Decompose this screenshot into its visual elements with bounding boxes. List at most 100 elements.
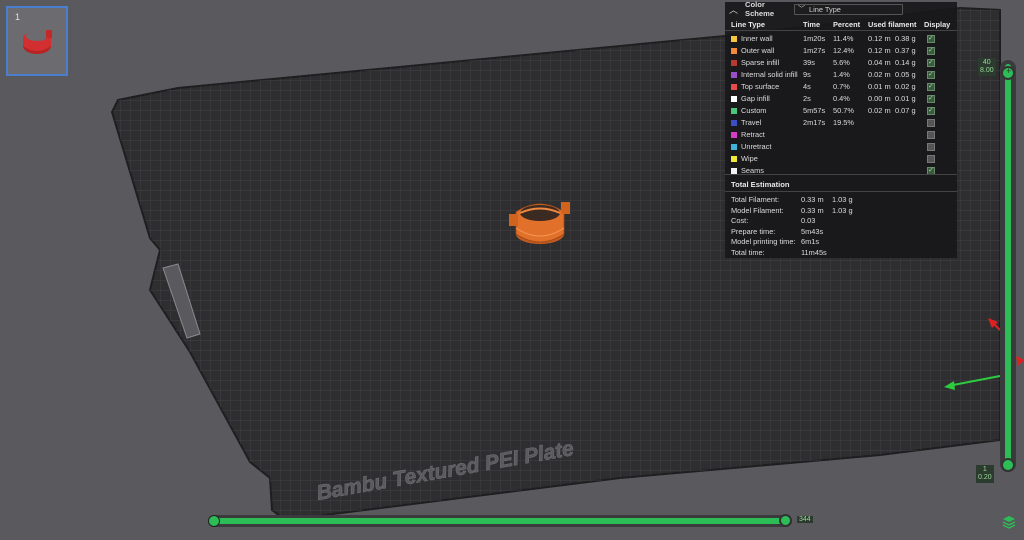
estimation-value: 5m43s: [801, 226, 824, 236]
vertical-slider-track[interactable]: [1005, 64, 1011, 468]
legend-panel: ︿ Color Scheme ﹀ Line Type Line Type Tim…: [725, 0, 957, 258]
estimation-label: Total time:: [731, 248, 765, 257]
line-type-row: Custom 5m57s 50.7% 0.02 m 0.07 g: [725, 105, 957, 117]
display-checkbox[interactable]: [927, 82, 935, 91]
line-type-percent: 1.4%: [833, 70, 850, 79]
line-type-row: Seams: [725, 165, 957, 177]
estimation-value: 0.03: [801, 216, 816, 226]
estimation-row: Cost: 0.03: [725, 215, 957, 226]
estimation-row: Prepare time: 5m43s: [725, 226, 957, 237]
line-type-row: Outer wall 1m27s 12.4% 0.12 m 0.37 g: [725, 45, 957, 57]
line-type-length: 0.01 m: [868, 82, 891, 91]
top-layer-label: 40 8.00: [978, 58, 996, 76]
chevron-down-icon: ﹀: [798, 6, 805, 13]
estimation-value: 0.33 m: [801, 205, 824, 215]
line-type-row: Wipe: [725, 153, 957, 165]
line-type-row: Retract: [725, 129, 957, 141]
vertical-slider-bottom-handle[interactable]: [1001, 458, 1015, 472]
line-type-weight: 0.01 g: [895, 94, 916, 103]
line-type-name: Inner wall: [741, 34, 773, 43]
header-percent: Percent: [833, 20, 861, 29]
top-layer-number: 40: [982, 59, 991, 66]
line-type-time: 2m17s: [803, 118, 826, 127]
estimation-value: 0.33 m: [801, 195, 824, 204]
color-swatch: [731, 132, 737, 138]
display-checkbox[interactable]: [927, 143, 935, 151]
color-swatch: [731, 156, 737, 162]
display-checkbox[interactable]: [927, 155, 935, 163]
line-type-name: Seams: [741, 166, 765, 175]
display-checkbox[interactable]: [927, 58, 935, 67]
estimation-label: Prepare time:: [731, 226, 776, 236]
header-time: Time: [803, 20, 821, 29]
bottom-layer-label: 1 0.20: [976, 465, 994, 483]
collapse-icon[interactable]: ︿: [729, 3, 739, 16]
line-type-name: Top surface: [741, 82, 780, 91]
line-type-length: 0.04 m: [868, 58, 891, 67]
display-checkbox[interactable]: [927, 94, 935, 103]
line-type-name: Travel: [741, 118, 762, 127]
display-checkbox[interactable]: [927, 131, 935, 139]
horizontal-slider-track[interactable]: [212, 518, 786, 524]
color-scheme-value: Line Type: [809, 4, 841, 14]
display-checkbox[interactable]: [927, 34, 935, 43]
line-type-row: Travel 2m17s 19.5%: [725, 117, 957, 129]
estimation-label: Model printing time:: [731, 237, 796, 247]
line-type-name: Gap infill: [741, 94, 770, 103]
top-layer-height: 8.00: [980, 67, 994, 74]
line-type-row: Gap infill 2s 0.4% 0.00 m 0.01 g: [725, 93, 957, 105]
header-display: Display: [924, 20, 951, 29]
model-thumbnail-icon: [23, 30, 52, 54]
line-type-weight: 0.05 g: [895, 70, 916, 79]
line-type-percent: 50.7%: [833, 106, 854, 115]
display-checkbox[interactable]: [927, 106, 935, 115]
line-type-name: Sparse infill: [741, 58, 780, 67]
estimation-value: 11m45s: [801, 248, 827, 257]
display-checkbox[interactable]: [927, 119, 935, 127]
header-used-filament: Used filament: [868, 20, 917, 29]
line-type-row: Inner wall 1m20s 11.4% 0.12 m 0.38 g: [725, 33, 957, 45]
estimation-row: Model printing time: 6m1s: [725, 236, 957, 247]
line-type-percent: 19.5%: [833, 118, 854, 127]
line-type-weight: 0.14 g: [895, 58, 916, 67]
line-type-percent: 11.4%: [833, 34, 854, 43]
line-type-percent: 5.6%: [833, 58, 850, 67]
line-type-name: Outer wall: [741, 46, 775, 55]
horizontal-slider-start-handle[interactable]: [208, 515, 220, 527]
line-type-weight: 0.38 g: [895, 34, 916, 43]
line-type-length: 0.00 m: [868, 94, 891, 103]
estimation-row: Model Filament: 0.33 m 1.03 g: [725, 205, 957, 216]
line-type-time: 1m20s: [803, 34, 826, 43]
color-swatch: [731, 108, 737, 114]
line-type-name: Custom: [741, 106, 767, 115]
color-swatch: [731, 36, 737, 42]
line-type-percent: 12.4%: [833, 46, 854, 55]
color-scheme-header: ︿ Color Scheme ﹀ Line Type: [725, 0, 957, 18]
color-scheme-dropdown[interactable]: ﹀ Line Type: [794, 3, 903, 15]
line-type-length: 0.02 m: [868, 106, 891, 115]
vertical-slider-top-handle[interactable]: [1001, 66, 1015, 80]
horizontal-slider-value: 344: [797, 516, 813, 523]
plate-thumbnail[interactable]: 1: [6, 6, 68, 76]
color-swatch: [731, 84, 737, 90]
line-type-time: 4s: [803, 82, 811, 91]
line-type-time: 1m27s: [803, 46, 826, 55]
display-checkbox[interactable]: [927, 46, 935, 55]
bottom-layer-number: 1: [982, 466, 987, 473]
line-type-time: 9s: [803, 70, 811, 79]
estimation-row: Total Filament: 0.33 m 1.03 g: [725, 194, 957, 205]
line-type-percent: 0.7%: [833, 82, 850, 91]
line-type-length: 0.12 m: [868, 46, 891, 55]
color-swatch: [731, 144, 737, 150]
horizontal-slider-handle[interactable]: [779, 514, 792, 527]
line-type-percent: 0.4%: [833, 94, 850, 103]
estimation-label: Total Filament:: [731, 195, 780, 204]
line-type-name: Retract: [741, 130, 765, 139]
estimation-label: Cost:: [731, 216, 749, 226]
header-line-type: Line Type: [731, 20, 765, 29]
layers-icon[interactable]: [1002, 515, 1016, 529]
line-type-time: 2s: [803, 94, 811, 103]
estimation-weight: 1.03 g: [832, 205, 853, 215]
line-type-time: 39s: [803, 58, 815, 67]
display-checkbox[interactable]: [927, 70, 935, 79]
